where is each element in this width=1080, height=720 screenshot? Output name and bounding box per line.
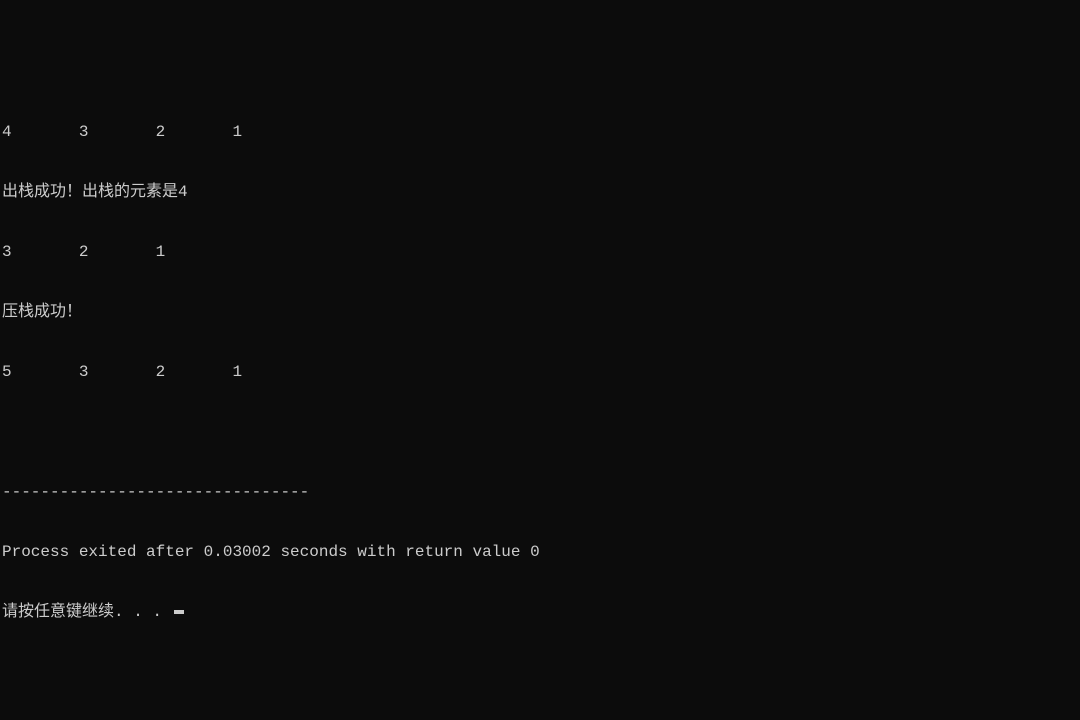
prompt-line: 请按任意键继续. . . [2,602,1080,622]
output-line: 出栈成功！出栈的元素是4 [2,182,1080,202]
output-line: 5 3 2 1 [2,362,1080,382]
separator-line: -------------------------------- [2,482,1080,502]
console-terminal[interactable]: 4 3 2 1 出栈成功！出栈的元素是4 3 2 1 压栈成功！ 5 3 2 1… [2,82,1080,620]
output-line: 3 2 1 [2,242,1080,262]
prompt-text: 请按任意键继续. . . [2,603,172,621]
output-line [2,422,1080,442]
cursor-icon [174,610,184,614]
output-line: 压栈成功！ [2,302,1080,322]
process-exit-line: Process exited after 0.03002 seconds wit… [2,542,1080,562]
output-line: 4 3 2 1 [2,122,1080,142]
